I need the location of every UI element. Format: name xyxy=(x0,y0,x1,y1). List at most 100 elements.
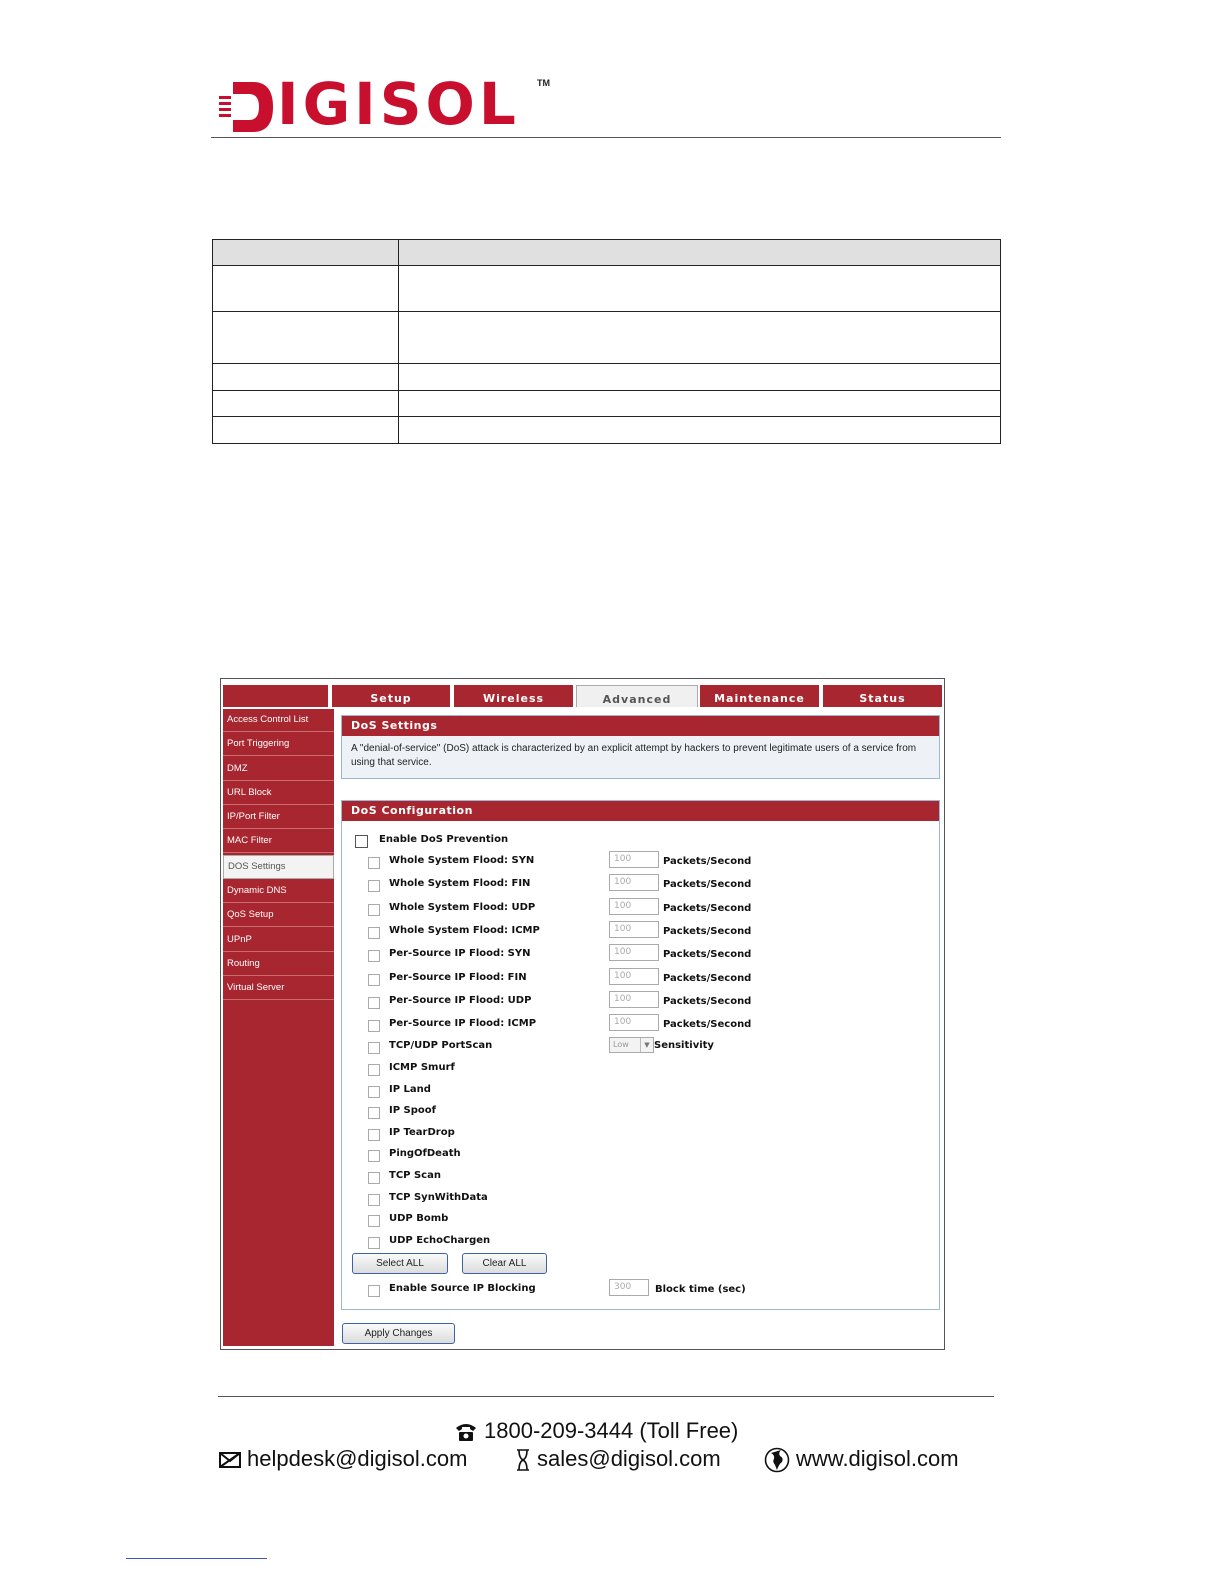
hourglass-icon xyxy=(517,1449,529,1471)
flood-unit-label: Packets/Second xyxy=(663,1019,752,1031)
block-time-label: Block time (sec) xyxy=(655,1284,746,1295)
sidebar-item-port-triggering[interactable]: Port Triggering xyxy=(223,733,334,757)
flood-unit-label: Packets/Second xyxy=(663,902,752,914)
website-url[interactable]: www.digisol.com xyxy=(796,1446,959,1471)
flood-checkbox[interactable] xyxy=(368,857,380,869)
sidebar-item-dynamic-dns[interactable]: Dynamic DNS xyxy=(223,880,334,904)
helpdesk-email[interactable]: helpdesk@digisol.com xyxy=(247,1446,467,1471)
mail-icon xyxy=(219,1452,241,1469)
flood-row: Whole System Flood: ICMP 100 Packets/Secon… xyxy=(342,920,939,942)
attack-checkbox[interactable] xyxy=(368,1193,380,1206)
attack-checkbox[interactable] xyxy=(368,1236,380,1249)
attack-checkbox[interactable] xyxy=(368,1215,380,1228)
flood-unit-label: Packets/Second xyxy=(663,949,752,961)
attack-label: UDP EchoChargen xyxy=(389,1234,491,1246)
flood-rate-input[interactable]: 100 xyxy=(609,990,659,1008)
flood-unit-label: Packets/Second xyxy=(663,879,752,891)
enable-dos-checkbox[interactable] xyxy=(355,835,368,848)
flood-rate-input[interactable]: 100 xyxy=(609,874,659,892)
tab-wireless[interactable]: Wireless xyxy=(454,685,573,707)
attack-row: UDP Bomb xyxy=(342,1212,939,1230)
flood-row: Per-Source IP Flood: ICMP 100 Packets/Seco… xyxy=(342,1014,939,1035)
phone-text: 1800-209-3444 (Toll Free) xyxy=(484,1418,739,1443)
block-time-input[interactable]: 300 xyxy=(609,1279,649,1296)
table-row xyxy=(212,416,1001,444)
flood-checkbox[interactable] xyxy=(368,973,380,986)
sensitivity-value: Low xyxy=(613,1040,629,1049)
flood-label: Per-Source IP Flood: SYN xyxy=(389,948,531,960)
flood-checkbox[interactable] xyxy=(368,950,380,963)
sidebar-item-ip-port-filter[interactable]: IP/Port Filter xyxy=(223,806,334,830)
flood-checkbox[interactable] xyxy=(368,926,380,939)
flood-label: Per-Source IP Flood: UDP xyxy=(389,994,532,1006)
flood-rate-input[interactable]: 100 xyxy=(609,897,659,915)
table-row xyxy=(212,390,1001,417)
sales-email[interactable]: sales@digisol.com xyxy=(537,1446,721,1471)
flood-row: Per-Source IP Flood: UDP 100 Packets/Secon… xyxy=(342,990,939,1012)
select-all-button[interactable]: Select ALL xyxy=(352,1253,448,1274)
attack-checkbox[interactable] xyxy=(368,1128,380,1141)
flood-row: Whole System Flood: SYN 100 Packets/Second xyxy=(342,851,939,872)
sidebar-item-upnp[interactable]: UPnP xyxy=(223,929,334,952)
tab-status[interactable]: Status xyxy=(823,685,942,707)
flood-rate-input[interactable]: 100 xyxy=(609,944,659,962)
footer-sales: sales@digisol.com xyxy=(515,1446,721,1472)
dos-config-title: DoS Configuration xyxy=(342,801,939,821)
attack-checkbox[interactable] xyxy=(368,1085,380,1098)
tab-maintenance[interactable]: Maintenance xyxy=(700,685,819,707)
attack-checkbox[interactable] xyxy=(368,1150,380,1163)
footer-phone: 1800-209-3444 (Toll Free) xyxy=(454,1418,738,1444)
flood-rate-input[interactable]: 100 xyxy=(609,851,659,868)
flood-row: Per-Source IP Flood: SYN 100 Packets/Secon… xyxy=(342,944,939,965)
attack-checkbox[interactable] xyxy=(368,1107,380,1120)
attack-checkbox[interactable] xyxy=(368,1172,380,1184)
flood-unit-label: Packets/Second xyxy=(663,925,752,937)
enable-dos-label: Enable DoS Prevention xyxy=(379,834,509,845)
flood-rate-input[interactable]: 100 xyxy=(609,1014,659,1032)
flood-label: Per-Source IP Flood: FIN xyxy=(389,971,527,983)
tab-advanced[interactable]: Advanced xyxy=(576,685,698,707)
flood-unit-label: Packets/Second xyxy=(663,856,752,867)
flood-checkbox[interactable] xyxy=(368,903,380,916)
flood-rate-input[interactable]: 100 xyxy=(609,967,659,985)
flood-checkbox[interactable] xyxy=(368,1020,380,1033)
attack-checkbox[interactable] xyxy=(368,1064,380,1076)
sidebar-item-routing[interactable]: Routing xyxy=(223,953,334,976)
attack-label: IP Land xyxy=(389,1083,431,1095)
attack-label: IP Spoof xyxy=(389,1105,436,1117)
flood-checkbox[interactable] xyxy=(368,880,380,893)
dos-settings-description: A "denial-of-service" (DoS) attack is ch… xyxy=(342,736,939,778)
attack-label: TCP Scan xyxy=(389,1170,441,1181)
sidebar-item-access-control-list[interactable]: Access Control List xyxy=(223,709,334,732)
top-nav: Setup Wireless Advanced Maintenance Stat… xyxy=(221,685,944,707)
table-header-row xyxy=(212,239,1001,266)
sidebar-item-qos-setup[interactable]: QoS Setup xyxy=(223,904,334,928)
table-row xyxy=(212,363,1001,391)
sensitivity-label: Sensitivity xyxy=(654,1040,714,1051)
source-ip-blocking-checkbox[interactable] xyxy=(368,1285,380,1297)
sidebar-item-dmz[interactable]: DMZ xyxy=(223,758,334,781)
portscan-checkbox[interactable] xyxy=(368,1042,380,1054)
attack-row: TCP Scan xyxy=(342,1169,939,1187)
header-rule xyxy=(211,137,1001,138)
flood-row: Whole System Flood: UDP 100 Packets/Second xyxy=(342,897,939,919)
flood-label: Whole System Flood: UDP xyxy=(389,901,536,913)
page-link-underline xyxy=(126,1558,267,1559)
tab-setup[interactable]: Setup xyxy=(332,685,450,707)
clear-all-button[interactable]: Clear ALL xyxy=(462,1253,547,1274)
flood-checkbox[interactable] xyxy=(368,996,380,1009)
flood-rate-input[interactable]: 100 xyxy=(609,920,659,938)
attack-row: PingOfDeath xyxy=(342,1147,939,1165)
sidebar-item-virtual-server[interactable]: Virtual Server xyxy=(223,977,334,1001)
sidebar-item-url-block[interactable]: URL Block xyxy=(223,782,334,805)
router-dos-screenshot: Setup Wireless Advanced Maintenance Stat… xyxy=(220,678,945,1350)
dos-settings-title: DoS Settings xyxy=(342,716,939,736)
apply-changes-button[interactable]: Apply Changes xyxy=(342,1323,455,1344)
trademark: TM xyxy=(537,78,550,88)
sidebar-item-dos-settings[interactable]: DOS Settings xyxy=(223,854,334,879)
sensitivity-select[interactable]: Low ▼ xyxy=(609,1037,654,1053)
attack-label: UDP Bomb xyxy=(389,1213,449,1225)
attack-row: IP Spoof xyxy=(342,1104,939,1122)
sidebar-item-mac-filter[interactable]: MAC Filter xyxy=(223,830,334,854)
dos-config-panel: DoS Configuration Enable DoS Prevention … xyxy=(341,800,940,1310)
